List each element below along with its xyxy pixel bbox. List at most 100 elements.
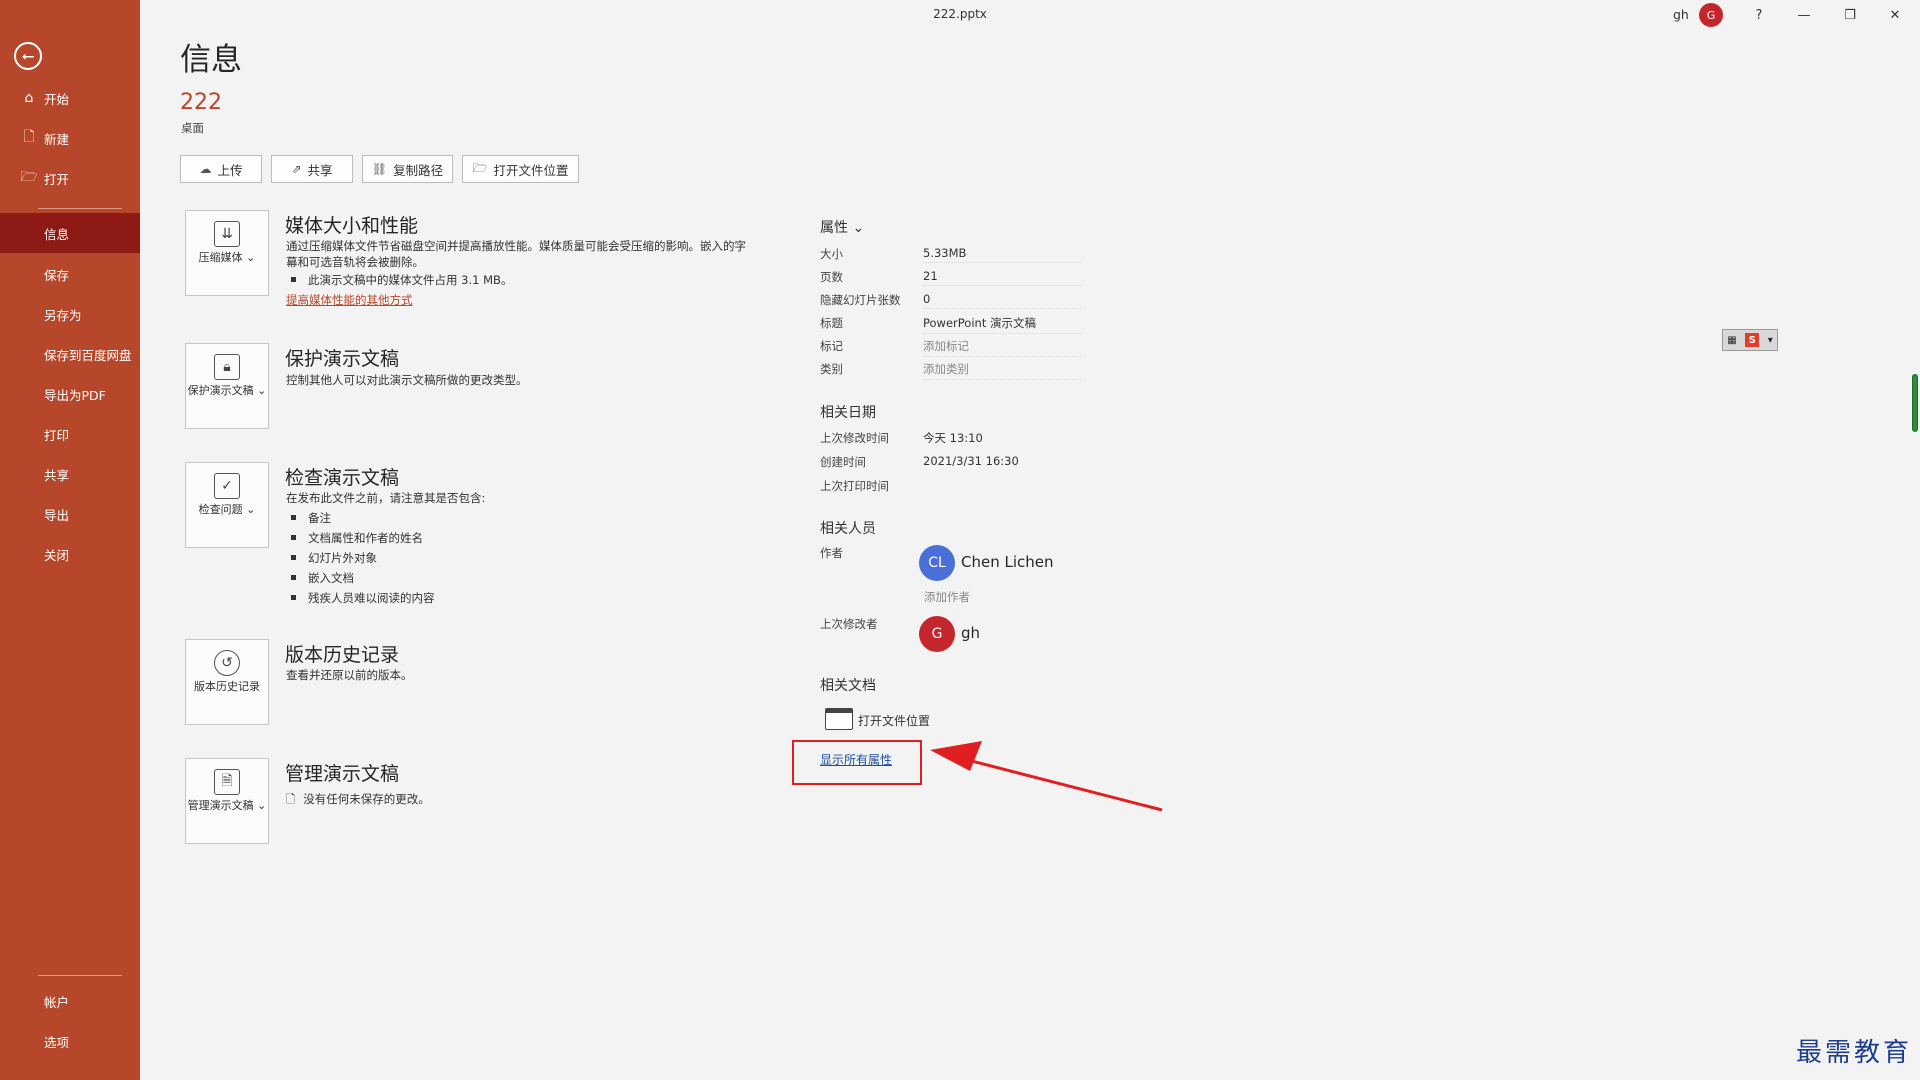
tile-label: 版本历史记录: [194, 680, 260, 693]
restore-button[interactable]: ❐: [1835, 4, 1865, 26]
sidebar-item-label: 共享: [44, 467, 70, 483]
related-docs-heading: 相关文档: [820, 678, 876, 694]
inspect-section-desc: 在发布此文件之前，请注意其是否包含:: [286, 491, 486, 505]
sidebar-item-home[interactable]: ⌂ 开始: [0, 78, 140, 118]
media-section-desc: 通过压缩媒体文件节省磁盘空间并提高播放性能。媒体质量可能会受压缩的影响。嵌入的字…: [286, 239, 746, 269]
protect-section-desc: 控制其他人可以对此演示文稿所做的更改类型。: [286, 373, 528, 387]
history-section-title: 版本历史记录: [285, 644, 400, 666]
add-author-link[interactable]: 添加作者: [924, 589, 970, 605]
author-name[interactable]: Chen Lichen: [961, 553, 1054, 571]
list-item: 幻灯片外对象: [291, 550, 377, 566]
back-arrow-icon[interactable]: ⭠: [14, 42, 42, 70]
share-icon: ⇗: [291, 162, 302, 176]
tile-label: 管理演示文稿 ⌄: [187, 799, 267, 812]
sidebar-item-export[interactable]: 导出: [0, 494, 140, 534]
related-people-heading: 相关人员: [820, 521, 876, 537]
link-icon: ⛓: [371, 162, 388, 176]
list-item: 残疾人员难以阅读的内容: [291, 590, 435, 606]
author-avatar[interactable]: CL: [919, 545, 955, 581]
prop-label: 页数: [820, 270, 843, 284]
sidebar-item-label: 另存为: [44, 307, 82, 323]
prop-label: 标记: [820, 339, 843, 353]
folder-icon: 🗁: [472, 160, 488, 175]
sidebar-divider: [38, 208, 122, 209]
sidebar-item-save[interactable]: 保存: [0, 254, 140, 294]
prop-label: 隐藏幻灯片张数: [820, 293, 901, 307]
sidebar-item-label: 导出: [44, 507, 70, 523]
sidebar-item-account[interactable]: 帐户: [0, 981, 140, 1021]
prop-label: 标题: [820, 316, 843, 330]
compress-media-button[interactable]: ⇊ 压缩媒体 ⌄: [185, 210, 269, 296]
close-button[interactable]: ✕: [1880, 4, 1910, 26]
modifier-avatar[interactable]: G: [919, 616, 955, 652]
file-location: 桌面: [181, 121, 204, 135]
manage-section-desc: 🗋 没有任何未保存的更改。: [286, 792, 430, 806]
scrollbar[interactable]: [1912, 374, 1918, 432]
minimize-button[interactable]: —: [1789, 4, 1819, 26]
sidebar-item-print[interactable]: 打印: [0, 414, 140, 454]
media-section-title: 媒体大小和性能: [285, 215, 419, 237]
related-dates-heading: 相关日期: [820, 405, 876, 421]
date-label: 上次打印时间: [820, 479, 889, 493]
sidebar-item-share[interactable]: 共享: [0, 454, 140, 494]
protect-presentation-button[interactable]: 🔒︎ 保护演示文稿 ⌄: [185, 343, 269, 429]
sidebar-item-new[interactable]: 🗋 新建: [0, 118, 140, 158]
sidebar-item-export-pdf[interactable]: 导出为PDF: [0, 374, 140, 414]
date-label: 上次修改时间: [820, 431, 889, 445]
date-value: 今天 13:10: [923, 431, 983, 445]
sidebar-item-label: 关闭: [44, 547, 70, 563]
sidebar-item-close[interactable]: 关闭: [0, 534, 140, 574]
help-button[interactable]: ?: [1744, 4, 1774, 26]
user-name[interactable]: gh: [1673, 7, 1689, 22]
open-file-location-link[interactable]: 打开文件位置: [858, 712, 930, 729]
keyboard-icon: ▦: [1727, 334, 1737, 346]
open-file-location-button[interactable]: 🗁 打开文件位置: [462, 155, 579, 183]
media-performance-link[interactable]: 提高媒体性能的其他方式: [286, 292, 413, 308]
lock-icon: 🔒︎: [214, 354, 240, 380]
share-button[interactable]: ⇗ 共享: [271, 155, 353, 183]
inspect-section-title: 检查演示文稿: [285, 467, 400, 489]
sidebar-item-label: 导出为PDF: [44, 387, 106, 403]
history-section-desc: 查看并还原以前的版本。: [286, 668, 413, 682]
new-file-icon: 🗋: [23, 129, 35, 145]
sidebar-item-info[interactable]: 信息: [0, 213, 140, 253]
home-icon: ⌂: [24, 90, 34, 106]
sidebar-item-save-as[interactable]: 另存为: [0, 294, 140, 334]
prop-label: 类别: [820, 362, 843, 376]
tags-field[interactable]: 添加标记: [923, 338, 1081, 357]
list-item: 嵌入文档: [291, 570, 354, 586]
button-label: 打开文件位置: [493, 162, 569, 178]
upload-button[interactable]: ☁ 上传: [180, 155, 262, 183]
sidebar-item-label: 保存到百度网盘: [44, 347, 132, 363]
date-label: 创建时间: [820, 455, 866, 469]
tile-label: 保护演示文稿 ⌄: [187, 384, 267, 397]
film-compress-icon: ⇊: [214, 221, 240, 247]
version-history-button[interactable]: ↺ 版本历史记录: [185, 639, 269, 725]
page-title: 信息: [180, 42, 242, 78]
folder-icon[interactable]: [825, 708, 853, 730]
sidebar-item-save-baidu[interactable]: 保存到百度网盘: [0, 334, 140, 374]
check-issues-button[interactable]: ✓ 检查问题 ⌄: [185, 462, 269, 548]
button-label: 复制路径: [393, 162, 444, 178]
copy-path-button[interactable]: ⛓ 复制路径: [362, 155, 453, 183]
button-label: 共享: [307, 162, 333, 178]
watermark: 最需教育: [1796, 1038, 1913, 1068]
sidebar-item-label: 选项: [44, 1034, 70, 1050]
list-item: 此演示文稿中的媒体文件占用 3.1 MB。: [291, 272, 512, 288]
category-field[interactable]: 添加类别: [923, 361, 1081, 380]
sidebar-item-label: 新建: [44, 131, 70, 147]
title-field[interactable]: PowerPoint 演示文稿: [923, 315, 1081, 334]
avatar[interactable]: G: [1699, 3, 1723, 27]
modifier-name[interactable]: gh: [961, 624, 980, 642]
annotation-arrow: [930, 741, 1163, 812]
sidebar-item-label: 打印: [44, 427, 70, 443]
sidebar-item-options[interactable]: 选项: [0, 1021, 140, 1061]
modifier-label: 上次修改者: [820, 617, 878, 631]
ime-floating-toolbar[interactable]: ▦ S ▾: [1722, 329, 1778, 351]
sidebar-item-open[interactable]: 🗁 打开: [0, 158, 140, 198]
manage-presentation-button[interactable]: 🗎 管理演示文稿 ⌄: [185, 758, 269, 844]
prop-value: 0: [923, 292, 1081, 309]
properties-dropdown[interactable]: 属性 ⌄: [820, 217, 864, 237]
tile-label: 压缩媒体 ⌄: [198, 251, 256, 264]
sidebar-divider: [38, 975, 122, 976]
